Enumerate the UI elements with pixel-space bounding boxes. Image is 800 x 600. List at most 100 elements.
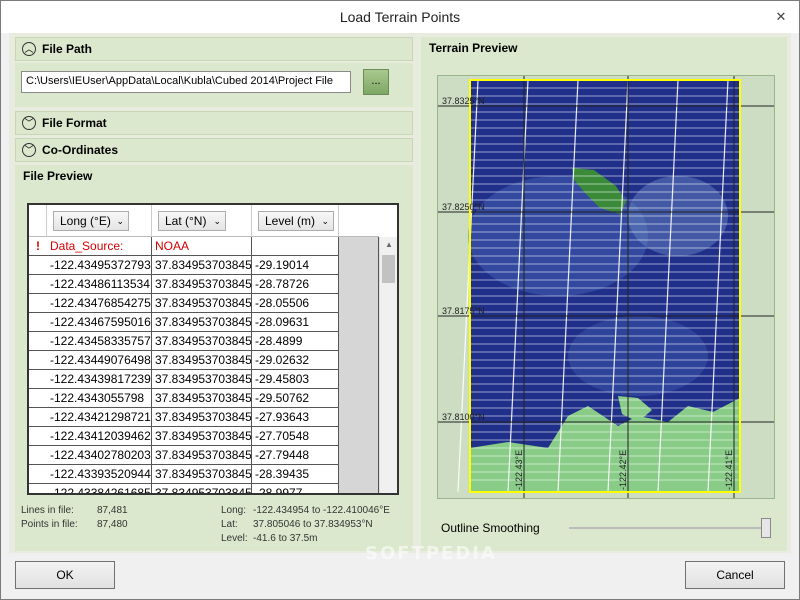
- table-cell: 37.834953703845: [152, 408, 252, 427]
- outline-smoothing-label: Outline Smoothing: [441, 521, 540, 535]
- terrain-preview-map: 37.8325°N 37.8250°N 37.8175°N 37.8100°N …: [437, 75, 775, 499]
- table-row[interactable]: -122.43467595016 37.834953703845 -28.09631: [29, 313, 379, 332]
- table-cell: -27.70548: [252, 427, 339, 446]
- table-cell: 37.834953703845: [152, 484, 252, 493]
- level-label: Level:: [221, 533, 248, 544]
- table-row[interactable]: -122.43476854275 37.834953703845 -28.05506: [29, 294, 379, 313]
- watermark: SOFTPEDIA: [365, 543, 497, 564]
- long-label: -122.43°E: [514, 450, 524, 490]
- table-row[interactable]: -122.4343055798 37.834953703845 -29.50762: [29, 389, 379, 408]
- col-level: Level (m) ⌄: [252, 205, 339, 237]
- table-cell: 37.834953703845: [152, 313, 252, 332]
- lat-value: 37.805046 to 37.834953°N: [253, 519, 373, 530]
- long-value: -122.434954 to -122.410046°E: [253, 505, 390, 516]
- long-label: -122.42°E: [618, 450, 628, 490]
- table-row[interactable]: -122.43458335757 37.834953703845 -28.4899: [29, 332, 379, 351]
- outline-smoothing-slider[interactable]: [761, 518, 771, 538]
- table-cell: 37.834953703845: [152, 446, 252, 465]
- lat-label: 37.8175°N: [442, 306, 485, 316]
- chevron-up-icon: ︿: [22, 42, 36, 56]
- column-type-label: Lat (°N): [165, 214, 207, 228]
- column-type-select[interactable]: Level (m) ⌄: [258, 211, 334, 231]
- long-label: Long:: [221, 505, 247, 516]
- table-row[interactable]: -122.43449076498 37.834953703845 -29.02632: [29, 351, 379, 370]
- close-icon[interactable]: ✕: [773, 9, 789, 25]
- file-preview-title: File Preview: [15, 165, 413, 187]
- table-cell: -29.50762: [252, 389, 339, 408]
- left-panel: ︿ File Path C:\Users\IEUser\AppData\Loca…: [15, 37, 413, 551]
- file-path-area: C:\Users\IEUser\AppData\Local\Kubla\Cube…: [15, 63, 413, 107]
- browse-button[interactable]: ...: [363, 69, 389, 95]
- terrain-preview-body: 37.8325°N 37.8250°N 37.8175°N 37.8100°N …: [421, 59, 787, 551]
- load-terrain-dialog: Load Terrain Points ✕ ︿ File Path C:\Use…: [0, 0, 800, 600]
- table-cell: -122.43476854275: [47, 294, 152, 313]
- cancel-button[interactable]: Cancel: [685, 561, 785, 589]
- table-cell: Data_Source:: [47, 237, 152, 256]
- outline-smoothing-track[interactable]: [569, 527, 769, 529]
- table-cell: -122.43458335757: [47, 332, 152, 351]
- col-lat: Lat (°N) ⌄: [152, 205, 252, 237]
- col-long: Long (°E) ⌄: [47, 205, 152, 237]
- table-cell: -122.43412039462: [47, 427, 152, 446]
- table-cell: -28.39435: [252, 465, 339, 484]
- lat-label: 37.8100°N: [442, 412, 485, 422]
- table-row[interactable]: -122.43421298721 37.834953703845 -27.93643: [29, 408, 379, 427]
- vertical-scrollbar[interactable]: ▲: [379, 237, 397, 493]
- table-cell: 37.834953703845: [152, 294, 252, 313]
- table-cell: 37.834953703845: [152, 332, 252, 351]
- dialog-content: ︿ File Path C:\Users\IEUser\AppData\Loca…: [9, 33, 791, 564]
- terrain-map-svg: 37.8325°N 37.8250°N 37.8175°N 37.8100°N …: [438, 76, 774, 498]
- lat-label: Lat:: [221, 519, 238, 530]
- table-row[interactable]: -122.43384261685 37.834953703845 -28.9977: [29, 484, 379, 493]
- table-cell: -29.19014: [252, 256, 339, 275]
- table-row[interactable]: -122.43486113534 37.834953703845 -28.78726: [29, 275, 379, 294]
- right-panel: Terrain Preview 37.8325°N 37.8250°N 37.8…: [421, 37, 787, 551]
- ok-button[interactable]: OK: [15, 561, 115, 589]
- column-type-select[interactable]: Long (°E) ⌄: [53, 211, 129, 231]
- column-type-label: Level (m): [265, 214, 316, 228]
- grid-header: Long (°E) ⌄ Lat (°N) ⌄ Level (m) ⌄: [29, 205, 379, 237]
- section-file-format[interactable]: ﹀ File Format: [15, 111, 413, 135]
- table-cell: NOAA: [152, 237, 252, 256]
- table-row[interactable]: -122.43402780203 37.834953703845 -27.79448: [29, 446, 379, 465]
- warning-icon: !: [36, 239, 40, 253]
- table-cell: 37.834953703845: [152, 389, 252, 408]
- column-type-select[interactable]: Lat (°N) ⌄: [158, 211, 226, 231]
- terrain-preview-title: Terrain Preview: [421, 37, 787, 59]
- table-cell: 37.834953703845: [152, 465, 252, 484]
- table-cell: -29.02632: [252, 351, 339, 370]
- points-label: Points in file:: [21, 519, 78, 530]
- table-cell: -122.43486113534: [47, 275, 152, 294]
- table-row[interactable]: -122.43393520944 37.834953703845 -28.39435: [29, 465, 379, 484]
- table-cell: -122.43495372793: [47, 256, 152, 275]
- grid-rows: ! Data_Source: NOAA -122.43495372793 37.8…: [29, 237, 379, 493]
- table-cell: -28.4899: [252, 332, 339, 351]
- section-file-format-label: File Format: [42, 116, 107, 130]
- table-cell: -28.9977: [252, 484, 339, 493]
- file-stats: Lines in file: 87,481 Points in file: 87…: [15, 503, 413, 551]
- table-row[interactable]: -122.43439817239 37.834953703845 -29.45803: [29, 370, 379, 389]
- table-cell: -122.4343055798: [47, 389, 152, 408]
- chevron-down-icon: ﹀: [22, 143, 36, 157]
- table-row[interactable]: ! Data_Source: NOAA: [29, 237, 379, 256]
- lines-label: Lines in file:: [21, 505, 74, 516]
- lat-label: 37.8325°N: [442, 96, 485, 106]
- title-bar: Load Terrain Points ✕: [1, 1, 799, 33]
- table-cell: -122.43421298721: [47, 408, 152, 427]
- table-row[interactable]: -122.43412039462 37.834953703845 -27.70548: [29, 427, 379, 446]
- table-cell: -27.93643: [252, 408, 339, 427]
- table-cell: -28.09631: [252, 313, 339, 332]
- file-path-input[interactable]: C:\Users\IEUser\AppData\Local\Kubla\Cube…: [21, 71, 351, 93]
- section-coordinates[interactable]: ﹀ Co-Ordinates: [15, 138, 413, 162]
- table-cell: -122.43402780203: [47, 446, 152, 465]
- section-file-path-label: File Path: [42, 42, 93, 56]
- scroll-up-icon[interactable]: ▲: [380, 237, 397, 253]
- section-file-path[interactable]: ︿ File Path: [15, 37, 413, 61]
- scroll-thumb[interactable]: [382, 255, 395, 283]
- window-title: Load Terrain Points: [339, 9, 461, 25]
- column-type-label: Long (°E): [60, 214, 111, 228]
- section-coordinates-label: Co-Ordinates: [42, 143, 119, 157]
- lines-value: 87,481: [97, 505, 128, 516]
- table-row[interactable]: -122.43495372793 37.834953703845 -29.19014: [29, 256, 379, 275]
- table-cell: [252, 237, 339, 256]
